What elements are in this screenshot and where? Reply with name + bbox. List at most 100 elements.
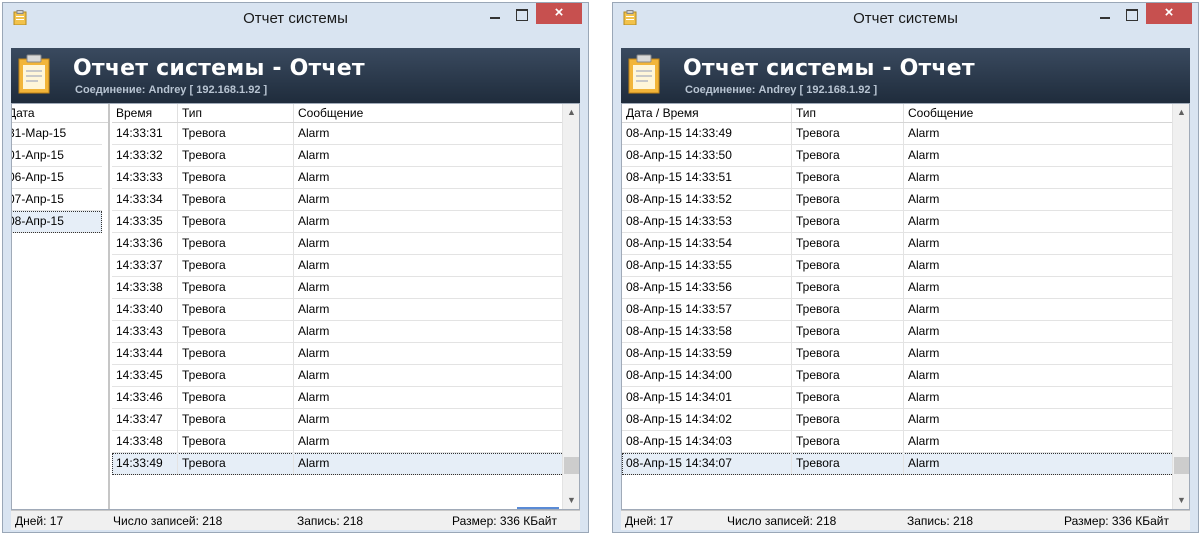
- date-list-item[interactable]: 01-Апр-15: [12, 145, 102, 167]
- table-row[interactable]: 14:33:32 Тревога Alarm: [112, 145, 564, 167]
- cell-col-1: 08-Апр-15 14:33:56: [622, 277, 792, 298]
- date-list-item[interactable]: 31-Мар-15: [12, 123, 102, 145]
- maximize-button[interactable]: [508, 5, 534, 25]
- table-row[interactable]: 08-Апр-15 14:33:54 Тревога Alarm: [622, 233, 1174, 255]
- table-row[interactable]: 08-Апр-15 14:33:59 Тревога Alarm: [622, 343, 1174, 365]
- minimize-button[interactable]: [482, 5, 508, 25]
- report-window-right: Отчет системы × Отчет системы - Отчет Со…: [612, 2, 1199, 533]
- entries-grid: Время Тип Сообщение 14:33:31 Тревога Alarm…: [112, 104, 564, 475]
- chevron-down-icon[interactable]: ▼: [563, 492, 579, 509]
- table-row[interactable]: 14:33:43 Тревога Alarm: [112, 321, 564, 343]
- cell-col-1: 08-Апр-15 14:33:54: [622, 233, 792, 254]
- status-record-count: Число записей: 218: [727, 514, 837, 528]
- report-content: Дата 31-Мар-15 01-Апр-15 06-Апр-15 07-Ап…: [11, 103, 580, 510]
- report-title: Отчет системы - Отчет: [73, 56, 365, 81]
- cell-col-1: 14:33:45: [112, 365, 178, 386]
- cell-message: Alarm: [904, 167, 1174, 188]
- entries-grid[interactable]: Дата / Время Тип Сообщение 08-Апр-15 14:…: [622, 104, 1174, 475]
- minimize-button[interactable]: [1092, 5, 1118, 25]
- close-button[interactable]: ×: [1146, 3, 1192, 24]
- column-header-type[interactable]: Тип: [792, 104, 904, 122]
- status-bar: Дней: 17 Число записей: 218 Запись: 218 …: [621, 510, 1190, 530]
- table-row[interactable]: 14:33:40 Тревога Alarm: [112, 299, 564, 321]
- table-row[interactable]: 14:33:31 Тревога Alarm: [112, 123, 564, 145]
- table-row[interactable]: 08-Апр-15 14:34:01 Тревога Alarm: [622, 387, 1174, 409]
- column-header-date[interactable]: Дата: [12, 104, 108, 122]
- scrollbar-thumb[interactable]: [1174, 457, 1189, 474]
- close-button[interactable]: ×: [536, 3, 582, 24]
- cell-type: Тревога: [178, 431, 294, 452]
- column-header-time[interactable]: Время: [112, 104, 178, 122]
- table-row[interactable]: 14:33:38 Тревога Alarm: [112, 277, 564, 299]
- table-row[interactable]: 14:33:35 Тревога Alarm: [112, 211, 564, 233]
- table-row[interactable]: 08-Апр-15 14:33:50 Тревога Alarm: [622, 145, 1174, 167]
- cell-col-1: 08-Апр-15 14:33:53: [622, 211, 792, 232]
- date-list-item-selected[interactable]: 08-Апр-15: [12, 211, 102, 233]
- table-row[interactable]: 08-Апр-15 14:33:58 Тревога Alarm: [622, 321, 1174, 343]
- cell-message: Alarm: [294, 189, 564, 210]
- table-row[interactable]: 14:33:36 Тревога Alarm: [112, 233, 564, 255]
- table-row[interactable]: 08-Апр-15 14:33:51 Тревога Alarm: [622, 167, 1174, 189]
- cell-message: Alarm: [294, 365, 564, 386]
- cell-message: Alarm: [904, 255, 1174, 276]
- table-row[interactable]: 08-Апр-15 14:34:03 Тревога Alarm: [622, 431, 1174, 453]
- table-row[interactable]: 14:33:33 Тревога Alarm: [112, 167, 564, 189]
- report-window-left: Отчет системы × Отчет системы - Отчет Со…: [2, 2, 589, 533]
- table-row[interactable]: 08-Апр-15 14:33:52 Тревога Alarm: [622, 189, 1174, 211]
- table-row[interactable]: 08-Апр-15 14:33:49 Тревога Alarm: [622, 123, 1174, 145]
- column-header-type[interactable]: Тип: [178, 104, 294, 122]
- report-header: Отчет системы - Отчет Соединение: Andrey…: [11, 48, 580, 103]
- entries-list[interactable]: Время Тип Сообщение 14:33:31 Тревога Alarm…: [112, 104, 579, 509]
- cell-type: Тревога: [178, 211, 294, 232]
- table-row[interactable]: 14:33:45 Тревога Alarm: [112, 365, 564, 387]
- cell-type: Тревога: [792, 167, 904, 188]
- table-row[interactable]: 14:33:48 Тревога Alarm: [112, 431, 564, 453]
- dates-list[interactable]: Дата 31-Мар-15 01-Апр-15 06-Апр-15 07-Ап…: [12, 104, 110, 509]
- table-row[interactable]: 08-Апр-15 14:33:56 Тревога Alarm: [622, 277, 1174, 299]
- cell-message: Alarm: [294, 167, 564, 188]
- table-row[interactable]: 08-Апр-15 14:34:02 Тревога Alarm: [622, 409, 1174, 431]
- clipboard-icon: [628, 54, 660, 94]
- table-row[interactable]: 08-Апр-15 14:33:53 Тревога Alarm: [622, 211, 1174, 233]
- chevron-up-icon[interactable]: ▲: [1173, 104, 1189, 121]
- title-bar[interactable]: Отчет системы ×: [613, 3, 1198, 32]
- table-row[interactable]: 08-Апр-15 14:33:55 Тревога Alarm: [622, 255, 1174, 277]
- cell-type: Тревога: [792, 277, 904, 298]
- splitter-handle[interactable]: [517, 507, 559, 509]
- cell-type: Тревога: [178, 409, 294, 430]
- cell-message: Alarm: [904, 321, 1174, 342]
- cell-col-1: 14:33:32: [112, 145, 178, 166]
- chevron-up-icon[interactable]: ▲: [563, 104, 579, 121]
- cell-message: Alarm: [904, 365, 1174, 386]
- table-row[interactable]: 08-Апр-15 14:34:00 Тревога Alarm: [622, 365, 1174, 387]
- clipboard-icon: [18, 54, 50, 94]
- chevron-down-icon[interactable]: ▼: [1173, 492, 1189, 509]
- column-header-message[interactable]: Сообщение: [904, 104, 1174, 122]
- column-header-datetime[interactable]: Дата / Время: [622, 104, 792, 122]
- date-list-item[interactable]: 07-Апр-15: [12, 189, 102, 211]
- status-current-record: Запись: 218: [297, 514, 364, 528]
- table-row[interactable]: 14:33:34 Тревога Alarm: [112, 189, 564, 211]
- vertical-scrollbar[interactable]: ▲ ▼: [562, 104, 579, 509]
- vertical-scrollbar[interactable]: ▲ ▼: [1172, 104, 1189, 509]
- cell-col-1: 14:33:34: [112, 189, 178, 210]
- date-list-item[interactable]: 06-Апр-15: [12, 167, 102, 189]
- cell-type: Тревога: [792, 233, 904, 254]
- table-row[interactable]: 14:33:37 Тревога Alarm: [112, 255, 564, 277]
- table-row[interactable]: 14:33:46 Тревога Alarm: [112, 387, 564, 409]
- cell-col-1: 14:33:44: [112, 343, 178, 364]
- column-header-message[interactable]: Сообщение: [294, 104, 564, 122]
- table-row-selected[interactable]: 14:33:49 Тревога Alarm: [112, 453, 564, 475]
- scrollbar-thumb[interactable]: [564, 457, 579, 474]
- cell-col-1: 14:33:48: [112, 431, 178, 452]
- table-row[interactable]: 14:33:47 Тревога Alarm: [112, 409, 564, 431]
- table-row[interactable]: 14:33:44 Тревога Alarm: [112, 343, 564, 365]
- cell-type: Тревога: [178, 365, 294, 386]
- table-row[interactable]: 08-Апр-15 14:33:57 Тревога Alarm: [622, 299, 1174, 321]
- cell-col-1: 08-Апр-15 14:33:51: [622, 167, 792, 188]
- title-bar[interactable]: Отчет системы ×: [3, 3, 588, 32]
- cell-type: Тревога: [178, 233, 294, 254]
- maximize-button[interactable]: [1118, 5, 1144, 25]
- report-content: Дата / Время Тип Сообщение 08-Апр-15 14:…: [621, 103, 1190, 510]
- table-row-selected[interactable]: 08-Апр-15 14:34:07 Тревога Alarm: [622, 453, 1174, 475]
